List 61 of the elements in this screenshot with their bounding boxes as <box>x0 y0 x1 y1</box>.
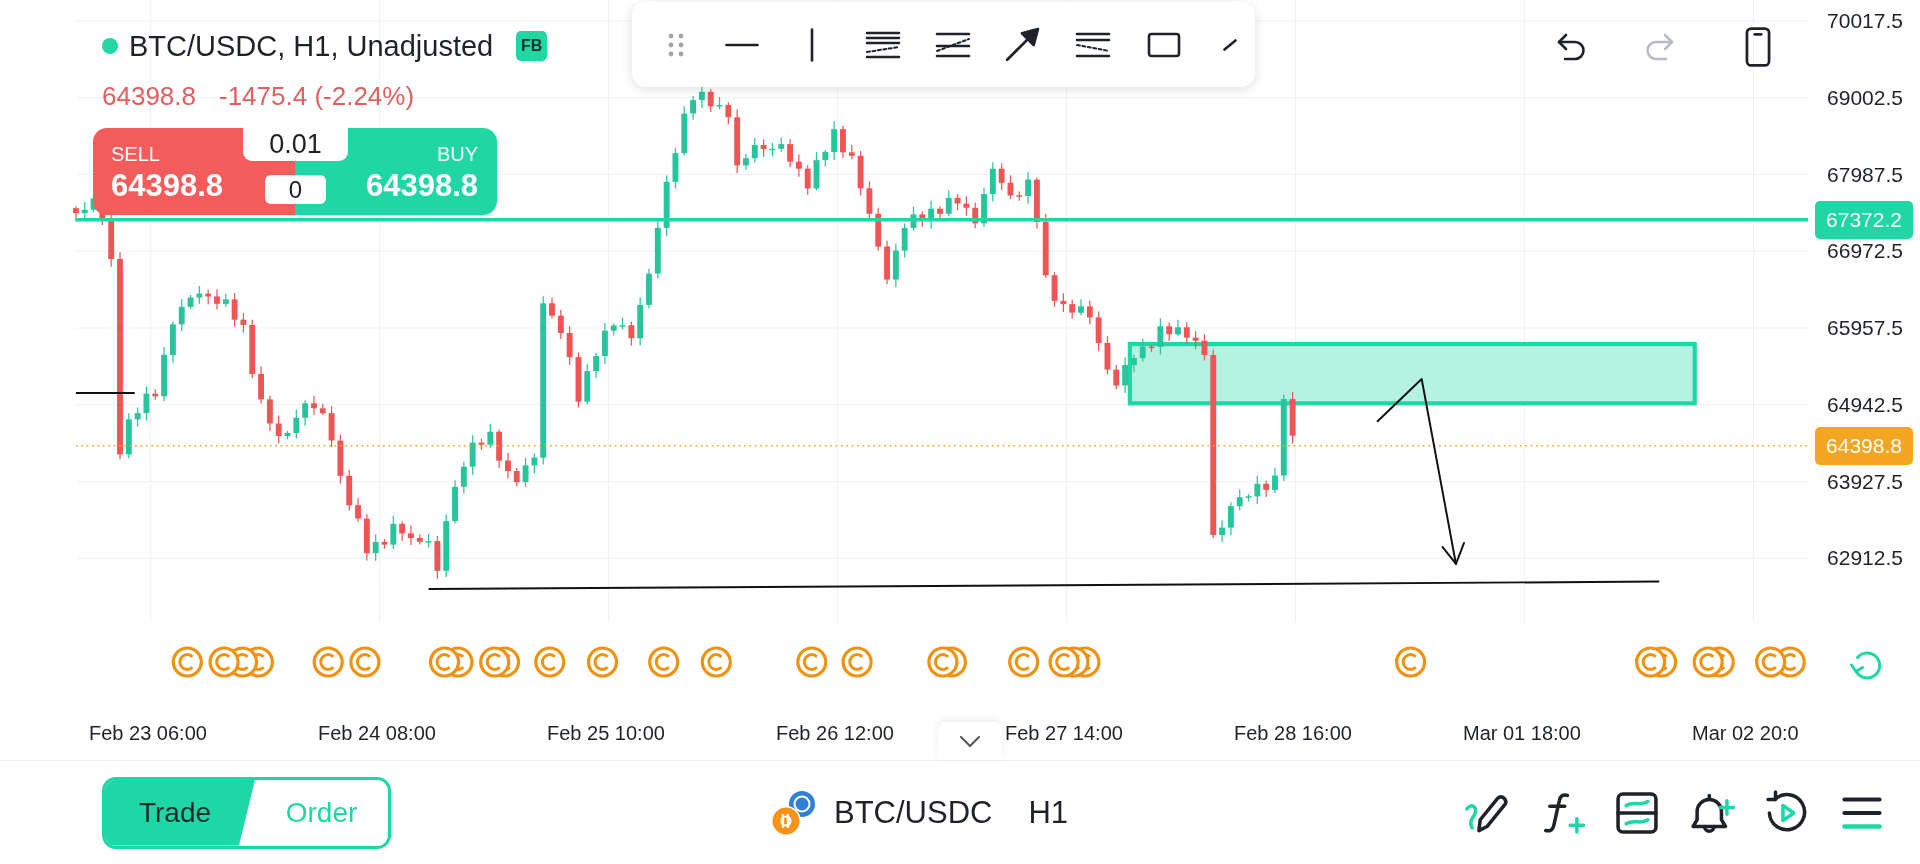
level-line <box>74 392 136 395</box>
price-label: 62912.5 <box>1827 546 1903 571</box>
time-label: Feb 25 10:00 <box>547 721 665 745</box>
event-marker-stack-icon[interactable] <box>1692 646 1735 678</box>
time-label: Feb 23 06:00 <box>89 721 207 745</box>
price-label: 64942.5 <box>1827 392 1903 417</box>
time-label: Feb 27 14:00 <box>1005 721 1123 745</box>
price-label: 67987.5 <box>1827 162 1903 187</box>
event-marker-icon[interactable] <box>648 646 680 678</box>
event-marker-icon[interactable] <box>1008 646 1040 678</box>
chart-title: BTC/USDC, H1, Unadjusted <box>129 29 494 63</box>
symbol-selector[interactable]: BTC/USDC <box>769 787 993 838</box>
price-label: 69002.5 <box>1827 85 1903 110</box>
time-label: Mar 02 20:0 <box>1692 721 1799 745</box>
price-label: 66972.5 <box>1827 239 1903 264</box>
sloped-channel-icon[interactable] <box>935 30 971 59</box>
event-marker-stack-icon[interactable] <box>927 646 967 678</box>
horizontal-line-icon[interactable] <box>725 41 759 48</box>
chevron-down-icon <box>960 735 980 747</box>
event-marker-stack-icon[interactable] <box>479 646 521 678</box>
time-label: Feb 28 16:00 <box>1234 721 1352 745</box>
price-label: 63927.5 <box>1827 469 1903 494</box>
timeframe-selector[interactable]: H1 <box>1028 792 1069 833</box>
event-marker-icon[interactable] <box>312 646 344 678</box>
lot-size-field[interactable]: 0.01 <box>243 128 348 161</box>
vertical-line-icon[interactable] <box>809 27 815 62</box>
event-marker-stack-icon[interactable] <box>428 646 474 678</box>
falling-channel-icon[interactable] <box>1075 30 1111 59</box>
event-marker-icon[interactable] <box>841 646 873 678</box>
spread-indicator: 0 <box>265 175 326 204</box>
event-marker-icon[interactable] <box>700 646 732 678</box>
last-price-label: 64398.8 <box>1815 426 1913 465</box>
price-label: 70017.5 <box>1827 9 1903 33</box>
drag-handle-icon[interactable] <box>668 32 684 57</box>
phone-icon[interactable] <box>1745 27 1771 67</box>
event-marker-stack-icon[interactable] <box>208 646 274 678</box>
time-label: Feb 26 12:00 <box>776 721 894 745</box>
event-marker-stack-icon[interactable] <box>1048 646 1101 678</box>
tab[interactable]: Trade <box>105 779 255 846</box>
event-marker-stack-icon[interactable] <box>1635 646 1678 678</box>
event-marker-icon[interactable] <box>796 646 828 678</box>
event-marker-icon[interactable] <box>534 646 566 678</box>
horizontal-lines-icon[interactable] <box>865 29 901 60</box>
event-marker-icon[interactable] <box>1395 646 1427 678</box>
time-label: Mar 01 18:00 <box>1463 721 1581 745</box>
event-marker-icon[interactable] <box>171 646 203 678</box>
diagonal-line-icon[interactable] <box>1223 38 1237 51</box>
price-change: -1475.4 (-2.24%) <box>219 80 415 113</box>
price-label: 65957.5 <box>1827 316 1903 340</box>
status-dot-icon <box>102 38 118 54</box>
event-marker-icon[interactable] <box>349 646 381 678</box>
rectangle-icon[interactable] <box>1147 31 1181 58</box>
event-marker-icon[interactable] <box>586 646 619 678</box>
event-marker-stack-icon[interactable] <box>1755 646 1806 678</box>
arrow-icon[interactable] <box>1004 26 1040 63</box>
collapse-handle[interactable] <box>938 722 1002 760</box>
line-price-label: 67372.2 <box>1815 200 1913 239</box>
tag-badge: FB <box>516 31 548 61</box>
template-icon[interactable] <box>1614 789 1660 836</box>
last-price: 64398.8 <box>102 80 196 113</box>
time-label: Feb 24 08:00 <box>318 721 436 745</box>
